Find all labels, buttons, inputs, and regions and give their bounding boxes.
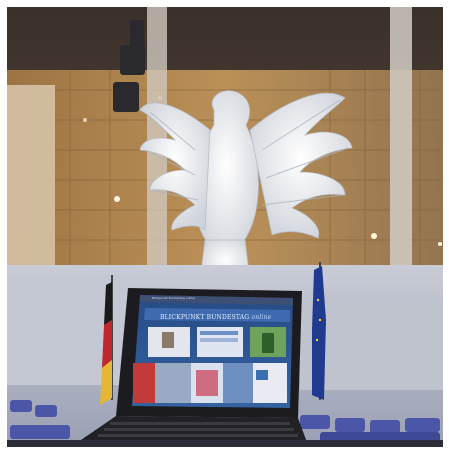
- browser-caption: Blickpunkt Bundestag online: [152, 296, 195, 300]
- site-title-suffix: online: [251, 314, 272, 321]
- site-title-main: BLICKPUNKT BUNDESTAG: [160, 314, 250, 321]
- bundestag-photo: Blickpunkt Bundestag online BLICKPUNKT B…: [0, 0, 449, 455]
- photo-scene: [0, 0, 449, 455]
- pillar-right: [390, 7, 412, 307]
- site-title: BLICKPUNKT BUNDESTAG online: [160, 314, 280, 321]
